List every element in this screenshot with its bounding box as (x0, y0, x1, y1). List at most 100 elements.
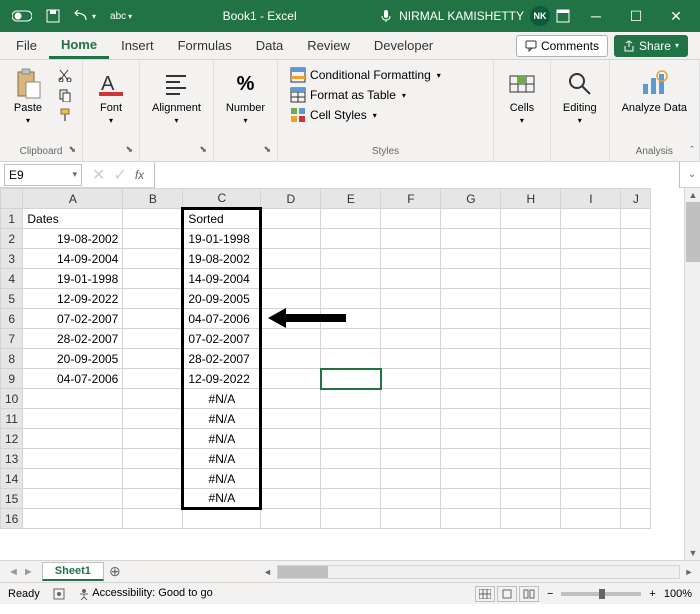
cell[interactable] (123, 309, 183, 329)
cell[interactable]: 28-02-2007 (183, 349, 261, 369)
format-painter-button[interactable] (54, 106, 76, 124)
row-header[interactable]: 2 (1, 229, 23, 249)
cell[interactable] (123, 349, 183, 369)
cell[interactable] (123, 209, 183, 229)
cell[interactable]: 14-09-2004 (183, 269, 261, 289)
tab-review[interactable]: Review (295, 34, 362, 57)
cell[interactable]: #N/A (183, 449, 261, 469)
cell[interactable] (381, 489, 441, 509)
cell[interactable] (561, 289, 621, 309)
cell[interactable] (561, 449, 621, 469)
cell[interactable] (23, 489, 123, 509)
cell[interactable] (321, 509, 381, 529)
editing-dropdown[interactable]: Editing ▾ (557, 64, 603, 129)
col-header[interactable]: A (23, 189, 123, 209)
cell[interactable] (261, 349, 321, 369)
copy-button[interactable] (54, 86, 76, 104)
cell[interactable] (621, 329, 651, 349)
cell[interactable]: #N/A (183, 489, 261, 509)
cell[interactable] (321, 489, 381, 509)
cell[interactable] (441, 369, 501, 389)
scroll-thumb[interactable] (686, 202, 700, 262)
cell[interactable] (123, 509, 183, 529)
col-header[interactable]: B (123, 189, 183, 209)
cell[interactable] (441, 409, 501, 429)
cell[interactable] (123, 469, 183, 489)
row-header[interactable]: 11 (1, 409, 23, 429)
alignment-launcher[interactable]: ⬊ (199, 144, 207, 155)
new-sheet-button[interactable]: ⊕ (104, 563, 126, 580)
cell[interactable] (261, 329, 321, 349)
cell[interactable]: 20-09-2005 (23, 349, 123, 369)
row-header[interactable]: 9 (1, 369, 23, 389)
scroll-left-button[interactable]: ◄ (261, 567, 275, 577)
cell[interactable] (561, 309, 621, 329)
cell[interactable] (621, 309, 651, 329)
spellcheck-button[interactable]: abc ▾ (106, 9, 136, 24)
cell[interactable] (261, 209, 321, 229)
cell[interactable]: 07-02-2007 (183, 329, 261, 349)
cell[interactable] (621, 469, 651, 489)
sheet-nav-prev[interactable]: ◄ (8, 566, 19, 578)
cell[interactable] (561, 409, 621, 429)
cell[interactable] (23, 389, 123, 409)
cell[interactable] (381, 309, 441, 329)
cell[interactable] (23, 469, 123, 489)
cell[interactable] (561, 329, 621, 349)
alignment-dropdown[interactable]: Alignment ▾ (146, 64, 207, 129)
enter-formula-icon[interactable]: ✓ (113, 165, 126, 185)
cell[interactable] (261, 229, 321, 249)
row-header[interactable]: 10 (1, 389, 23, 409)
cell[interactable] (561, 389, 621, 409)
cell[interactable] (441, 389, 501, 409)
tab-insert[interactable]: Insert (109, 34, 166, 57)
cell[interactable] (621, 229, 651, 249)
normal-view-button[interactable] (475, 586, 495, 602)
maximize-button[interactable]: ☐ (616, 0, 656, 32)
cell[interactable] (561, 249, 621, 269)
cell[interactable] (621, 369, 651, 389)
tab-file[interactable]: File (4, 34, 49, 57)
cell[interactable] (441, 509, 501, 529)
cell[interactable] (561, 209, 621, 229)
sheet-nav-next[interactable]: ► (23, 566, 34, 578)
cell[interactable] (441, 489, 501, 509)
undo-button[interactable]: ▾ (70, 8, 100, 24)
cell[interactable]: 12-09-2022 (23, 289, 123, 309)
cell[interactable] (381, 369, 441, 389)
cell[interactable]: 12-09-2022 (183, 369, 261, 389)
cell[interactable] (321, 229, 381, 249)
col-header[interactable]: F (381, 189, 441, 209)
vertical-scrollbar[interactable]: ▲ ▼ (684, 188, 700, 560)
cell[interactable] (321, 269, 381, 289)
cell[interactable] (321, 209, 381, 229)
cell[interactable] (261, 269, 321, 289)
row-header[interactable]: 15 (1, 489, 23, 509)
format-as-table-button[interactable]: Format as Table▾ (288, 86, 443, 104)
cell[interactable] (501, 449, 561, 469)
cell[interactable] (501, 289, 561, 309)
cell[interactable] (321, 349, 381, 369)
cancel-formula-icon[interactable]: ✕ (92, 165, 105, 185)
cell[interactable] (501, 469, 561, 489)
clipboard-launcher[interactable]: ⬊ (68, 144, 76, 155)
cell[interactable] (321, 409, 381, 429)
col-header[interactable]: H (501, 189, 561, 209)
cell[interactable] (261, 429, 321, 449)
cell[interactable] (23, 509, 123, 529)
cell[interactable] (261, 249, 321, 269)
row-header[interactable]: 14 (1, 469, 23, 489)
row-header[interactable]: 13 (1, 449, 23, 469)
cell[interactable] (381, 469, 441, 489)
font-launcher[interactable]: ⬊ (125, 144, 133, 155)
cell[interactable]: 07-02-2007 (23, 309, 123, 329)
cell[interactable] (441, 429, 501, 449)
share-button[interactable]: Share ▾ (614, 35, 688, 57)
comments-button[interactable]: Comments (516, 35, 608, 57)
cell[interactable] (501, 509, 561, 529)
cell[interactable] (561, 509, 621, 529)
cell[interactable]: #N/A (183, 429, 261, 449)
cell[interactable] (501, 369, 561, 389)
cell[interactable] (561, 369, 621, 389)
cell-styles-button[interactable]: Cell Styles▾ (288, 106, 443, 124)
